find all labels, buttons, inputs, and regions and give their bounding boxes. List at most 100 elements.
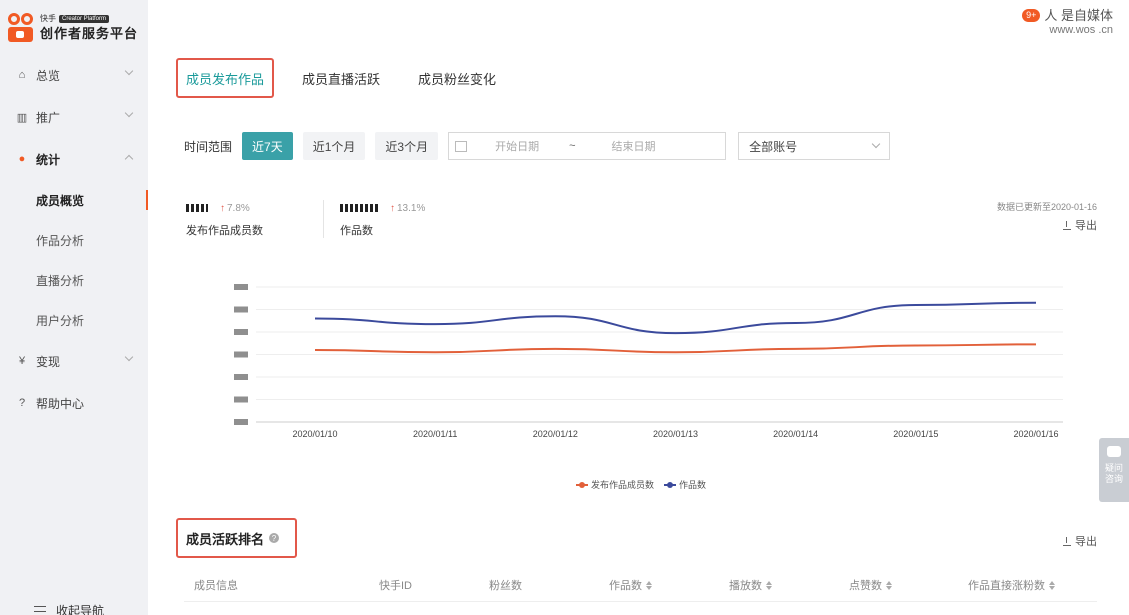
ranking-export-button[interactable]: 导出 [1063,533,1097,549]
sidebar-subitem-works-analysis[interactable]: 作品分析 [0,220,148,260]
date-separator: ~ [569,140,576,152]
sidebar-item-monetize[interactable]: ¥ 变现 [0,340,148,382]
series-line-1 [314,301,1037,335]
sidebar-nav: ⌂ 总览 ▥ 推广 ● 统计 成员概览 作品分析 直播分析 用户分析 ¥ 变现 … [0,54,148,424]
y-tick-mark [234,306,248,313]
updated-note: 数据已更新至2020-01-16 导出 [997,200,1097,233]
sidebar-item-statistics[interactable]: ● 统计 [0,138,148,180]
stat-works: ↑ 13.1% 作品数 [323,200,485,238]
trend-up-icon: ↑ 13.1% [390,202,426,214]
tab-member-works[interactable]: 成员发布作品 [176,58,275,98]
y-tick-mark [234,374,248,380]
sidebar-item-promotion[interactable]: ▥ 推广 [0,96,148,138]
sidebar-subitem-live-analysis[interactable]: 直播分析 [0,260,148,300]
column-header-sortable[interactable]: 播放数 [729,577,772,593]
column-label: 作品直接涨粉数 [968,580,1045,592]
home-icon: ⌂ [18,69,26,81]
range-1m-button[interactable]: 近1个月 [302,132,366,160]
blurred-value [340,204,378,212]
column-label: 快手ID [379,580,412,592]
question-icon[interactable]: ? [269,533,280,543]
sidebar-item-overview[interactable]: ⌂ 总览 [0,54,148,96]
sidebar-subitem-member-overview[interactable]: 成员概览 [0,180,148,220]
sort-icon [886,580,892,590]
legend-item[interactable]: 作品数 [664,478,706,491]
ranking-title-box: 成员活跃排名 ? [176,518,298,558]
legend-label: 发布作品成员数 [591,480,655,490]
sidebar-item-label: 变现 [36,354,61,369]
column-label: 点赞数 [849,580,882,592]
kuaishou-logo-icon [7,12,35,42]
sidebar: 快手 Creator Platform 创作者服务平台 ⌂ 总览 ▥ 推广 ● 统… [0,0,148,615]
chart-legend: 发布作品成员数 作品数 [576,478,706,491]
x-tick-label: 2020/01/14 [773,429,818,439]
y-tick-mark [234,351,248,358]
collapse-label: 收起导航 [56,604,105,615]
notification-badge[interactable]: 9+ [1022,9,1041,23]
stat-change: 7.8% [227,202,250,214]
pie-chart-icon: ● [18,153,26,165]
legend-item[interactable]: 发布作品成员数 [576,478,654,491]
date-range-picker[interactable]: 开始日期 ~ 结束日期 [448,132,727,160]
float-line1: 疑问 [1104,463,1123,473]
chevron-down-icon [124,66,134,76]
x-tick-label: 2020/01/10 [292,429,337,439]
column-header: 粉丝数 [489,577,522,593]
bar-chart-icon: ▥ [16,111,28,124]
chat-icon [1107,446,1121,457]
sidebar-item-label: 帮助中心 [36,396,85,411]
y-tick-mark [234,284,248,290]
blurred-value [186,204,208,212]
x-tick-label: 2020/01/12 [533,429,578,439]
sidebar-item-label: 统计 [36,152,61,167]
sort-icon [646,580,652,590]
user-name: 人 是自媒体 [1044,8,1113,23]
end-date-input[interactable]: 结束日期 [612,138,656,154]
start-date-input[interactable]: 开始日期 [495,138,539,154]
account-select[interactable]: 全部账号 [738,132,891,160]
export-label: 导出 [1075,536,1097,548]
brand-small: 快手 [40,13,56,23]
column-header-sortable[interactable]: 作品直接涨粉数 [968,577,1055,593]
column-header-sortable[interactable]: 作品数 [609,577,652,593]
chevron-down-icon [124,352,134,362]
range-7d-button[interactable]: 近7天 [242,132,293,160]
platform-tag: Creator Platform [59,14,110,23]
line-chart: 2020/01/10 2020/01/11 2020/01/12 2020/01/13… [234,284,1063,439]
menu-icon [34,605,46,615]
sidebar-item-help[interactable]: ? 帮助中心 [0,382,148,424]
y-tick-mark [234,329,248,335]
stat-members: ↑ 7.8% 发布作品成员数 [186,200,323,238]
export-button[interactable]: 导出 [997,217,1097,233]
chevron-down-icon [124,108,134,118]
column-header-sortable[interactable]: 点赞数 [849,577,892,593]
x-tick-label: 2020/01/15 [893,429,938,439]
calendar-icon [455,140,468,152]
brand-name: 创作者服务平台 [40,25,139,41]
trend-up-icon: ↑ 7.8% [220,202,250,214]
ranking-title: 成员活跃排名 [186,531,265,547]
column-label: 作品数 [609,580,642,592]
sort-icon [1049,580,1055,590]
stat-label: 发布作品成员数 [186,225,263,237]
chevron-up-icon [124,154,134,164]
stat-change: 13.1% [397,202,426,214]
sidebar-subitem-user-analysis[interactable]: 用户分析 [0,300,148,340]
brand-logo[interactable]: 快手 Creator Platform 创作者服务平台 [7,10,138,44]
download-icon [1063,536,1071,546]
column-label: 播放数 [729,580,762,592]
tab-member-fans[interactable]: 成员粉丝变化 [418,58,496,98]
user-profile[interactable]: 9+ 人 是自媒体 www.wos .cn [1022,8,1113,37]
tab-member-live[interactable]: 成员直播活跃 [302,58,380,98]
collapse-nav-button[interactable]: 收起导航 [34,602,104,615]
export-label: 导出 [1075,220,1097,232]
float-line2: 咨询 [1104,473,1123,484]
consult-float-button[interactable]: 疑问 咨询 [1099,438,1129,502]
updated-text: 数据已更新至2020-01-16 [996,202,1097,212]
sidebar-item-label: 推广 [36,110,61,125]
range-3m-button[interactable]: 近3个月 [375,132,439,160]
legend-marker [576,481,588,488]
main-content: 9+ 人 是自媒体 www.wos .cn 成员发布作品 成员直播活跃 成员粉丝变… [148,0,1129,615]
sort-icon [766,580,772,590]
stat-label: 作品数 [340,225,373,237]
